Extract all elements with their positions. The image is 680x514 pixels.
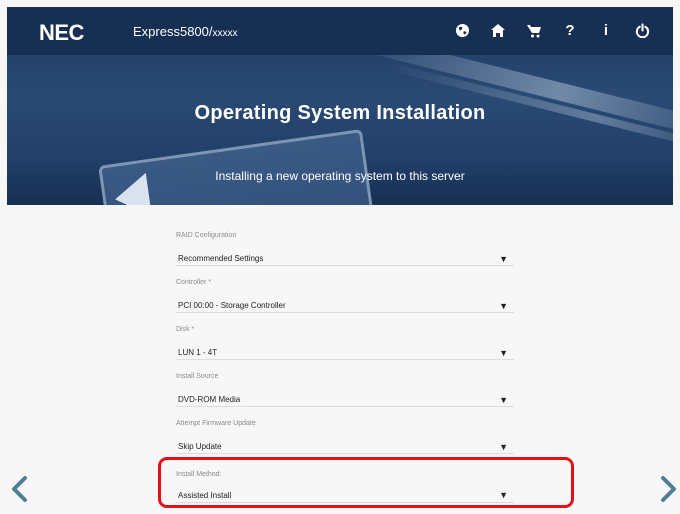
field-value[interactable]: DVD-ROM Media [178, 395, 240, 404]
nec-logo[interactable]: NEC [39, 20, 84, 46]
field-underline [176, 312, 514, 313]
chevron-left-icon [12, 476, 27, 502]
field-underline [176, 453, 514, 454]
dropdown-caret-icon[interactable]: ▼ [499, 254, 508, 264]
help-icon[interactable]: ? [561, 21, 579, 39]
top-bar: NEC Express5800/xxxxx ? i [7, 7, 673, 55]
field-underline [176, 265, 514, 266]
field-label: Install Source [176, 373, 219, 380]
page-title: Operating System Installation [194, 102, 486, 124]
field-value[interactable]: LUN 1 - 4T [178, 348, 217, 357]
field-label: Disk * [176, 326, 195, 333]
page-subtitle: Installing a new operating system to thi… [215, 169, 465, 183]
dropdown-caret-icon[interactable]: ▼ [499, 301, 508, 311]
nav-icons: ? i [453, 21, 651, 39]
field-value[interactable]: Skip Update [178, 442, 222, 451]
globe-icon[interactable] [453, 21, 471, 39]
disk-select[interactable]: Disk * LUN 1 - 4T ▼ [176, 326, 514, 373]
field-value[interactable]: PCI 00:00 - Storage Controller [178, 301, 286, 310]
previous-page-button[interactable] [6, 472, 32, 506]
field-label: Controller * [176, 279, 212, 286]
install-source-select[interactable]: Install Source DVD-ROM Media ▼ [176, 373, 514, 420]
install-method-highlight [158, 457, 574, 508]
dropdown-caret-icon[interactable]: ▼ [499, 395, 508, 405]
info-icon[interactable]: i [597, 21, 615, 39]
hero-banner: NEC Express5800/xxxxx ? i Operating Syst… [7, 7, 673, 205]
product-series: Express5800/ [133, 24, 213, 39]
dropdown-caret-icon[interactable]: ▼ [499, 348, 508, 358]
field-label: Attempt Firmware Update [176, 420, 256, 427]
home-icon[interactable] [489, 21, 507, 39]
power-icon[interactable] [633, 21, 651, 39]
field-label: RAID Configuration [176, 232, 237, 239]
controller-select[interactable]: Controller * PCI 00:00 - Storage Control… [176, 279, 514, 326]
raid-configuration-select[interactable]: RAID Configuration Recommended Settings … [176, 232, 514, 279]
dropdown-caret-icon[interactable]: ▼ [499, 442, 508, 452]
cart-icon[interactable] [525, 21, 543, 39]
field-underline [176, 406, 514, 407]
chevron-right-icon [661, 476, 676, 502]
next-page-button[interactable] [656, 472, 680, 506]
product-name: Express5800/xxxxx [133, 24, 238, 39]
product-model: xxxxx [212, 28, 238, 39]
field-underline [176, 359, 514, 360]
field-value[interactable]: Recommended Settings [178, 254, 263, 263]
